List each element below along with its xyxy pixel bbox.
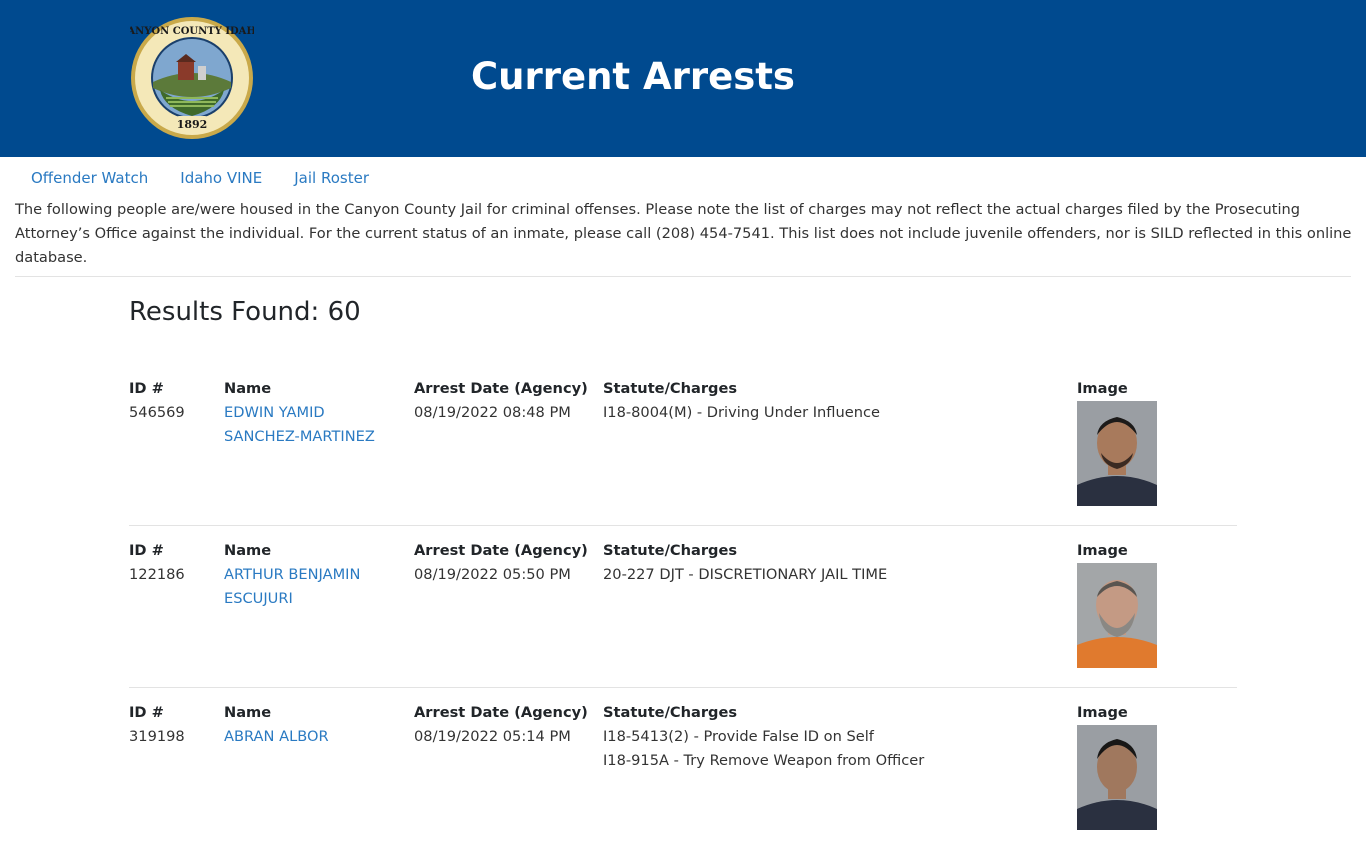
name-cell: Name ARTHUR BENJAMIN ESCUJURI [224, 539, 404, 611]
id-label: ID # [129, 704, 164, 721]
id-value: 319198 [129, 728, 185, 745]
name-link-line1[interactable]: ARTHUR BENJAMIN [224, 563, 404, 587]
name-link-line1[interactable]: ABRAN ALBOR [224, 725, 404, 749]
arrest-record: ID # 319198 Name ABRAN ALBOR Arrest Date… [129, 701, 1237, 863]
county-seal-logo[interactable]: CANYON COUNTY IDAHO 1892 [130, 16, 254, 140]
name-link-line2[interactable]: ESCUJURI [224, 587, 404, 611]
charges-label: Statute/Charges [603, 380, 738, 397]
charge-item: I18-8004(M) - Driving Under Influence [603, 404, 880, 421]
id-label: ID # [129, 380, 164, 397]
image-label: Image [1077, 542, 1128, 559]
intro-text: The following people are/were housed in … [15, 201, 1352, 266]
name-label: Name [224, 542, 272, 559]
arrest-date-cell: Arrest Date (Agency) 08/19/2022 08:48 PM [414, 377, 599, 425]
arrest-date-label: Arrest Date (Agency) [414, 380, 588, 397]
row-divider [129, 687, 1237, 688]
arrest-date-cell: Arrest Date (Agency) 08/19/2022 05:14 PM [414, 701, 599, 749]
row-divider [129, 525, 1237, 526]
arrest-date-cell: Arrest Date (Agency) 08/19/2022 05:50 PM [414, 539, 599, 587]
arrest-record: ID # 122186 Name ARTHUR BENJAMIN ESCUJUR… [129, 539, 1237, 701]
image-label: Image [1077, 380, 1128, 397]
mugshot-image[interactable] [1077, 563, 1157, 668]
charge-item: I18-915A - Try Remove Weapon from Office… [603, 752, 925, 769]
arrest-record: ID # 546569 Name EDWIN YAMID SANCHEZ-MAR… [129, 377, 1237, 539]
name-link-line1[interactable]: EDWIN YAMID [224, 401, 404, 425]
id-value: 546569 [129, 404, 185, 421]
id-cell: ID # 319198 [129, 701, 219, 749]
mugshot-image[interactable] [1077, 401, 1157, 506]
page-title: Current Arrests [471, 55, 795, 98]
charges-cell: Statute/Charges 20-227 DJT - DISCRETIONA… [603, 539, 1063, 587]
name-cell: Name ABRAN ALBOR [224, 701, 404, 749]
arrest-date-value: 08/19/2022 05:50 PM [414, 566, 571, 583]
divider [15, 276, 1351, 277]
charges-cell: Statute/Charges I18-8004(M) - Driving Un… [603, 377, 1063, 425]
nav-idaho-vine[interactable]: Idaho VINE [164, 168, 278, 188]
mugshot-image[interactable] [1077, 725, 1157, 830]
id-value: 122186 [129, 566, 185, 583]
top-nav: Offender Watch Idaho VINE Jail Roster [15, 168, 385, 188]
image-label: Image [1077, 704, 1128, 721]
image-cell: Image [1077, 701, 1197, 830]
name-link-line2[interactable]: SANCHEZ-MARTINEZ [224, 425, 404, 449]
id-cell: ID # 546569 [129, 377, 219, 425]
seal-top-text: CANYON COUNTY IDAHO [130, 26, 254, 37]
page-header: CANYON COUNTY IDAHO 1892 Current Arrests [0, 0, 1366, 157]
charges-label: Statute/Charges [603, 542, 738, 559]
name-label: Name [224, 704, 272, 721]
charges-label: Statute/Charges [603, 704, 738, 721]
image-cell: Image [1077, 539, 1197, 668]
results-count: Results Found: 60 [129, 297, 361, 327]
charge-item: 20-227 DJT - DISCRETIONARY JAIL TIME [603, 566, 888, 583]
seal-year: 1892 [177, 118, 208, 131]
nav-jail-roster[interactable]: Jail Roster [278, 168, 385, 188]
name-cell: Name EDWIN YAMID SANCHEZ-MARTINEZ [224, 377, 404, 449]
nav-offender-watch[interactable]: Offender Watch [15, 168, 164, 188]
name-label: Name [224, 380, 272, 397]
arrest-date-value: 08/19/2022 05:14 PM [414, 728, 571, 745]
charge-item: I18-5413(2) - Provide False ID on Self [603, 728, 874, 745]
arrest-date-value: 08/19/2022 08:48 PM [414, 404, 571, 421]
id-cell: ID # 122186 [129, 539, 219, 587]
image-cell: Image [1077, 377, 1197, 506]
charges-cell: Statute/Charges I18-5413(2) - Provide Fa… [603, 701, 1063, 773]
arrest-date-label: Arrest Date (Agency) [414, 704, 588, 721]
id-label: ID # [129, 542, 164, 559]
arrest-date-label: Arrest Date (Agency) [414, 542, 588, 559]
